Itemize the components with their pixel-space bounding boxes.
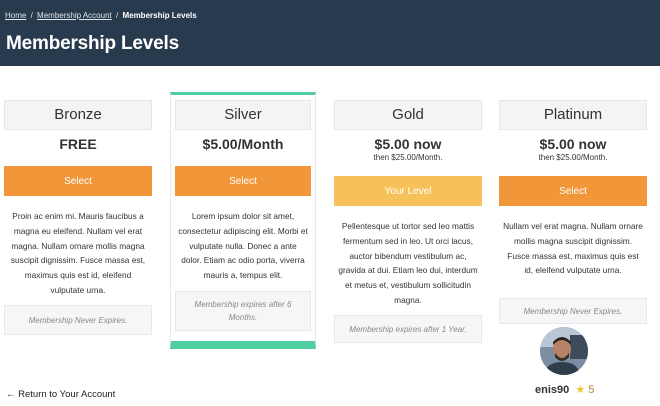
plan-name: Bronze [4, 100, 152, 130]
user-avatar[interactable] [540, 327, 588, 375]
select-bronze-button[interactable]: Select [4, 166, 152, 196]
plan-name: Platinum [499, 100, 647, 130]
star-icon: ★ [575, 384, 586, 396]
plan-expiry: Membership expires after 6 Months. [175, 291, 311, 331]
breadcrumb-separator: / [30, 11, 33, 20]
username[interactable]: enis90 [535, 384, 569, 396]
select-platinum-button[interactable]: Select [499, 176, 647, 206]
page-title: Membership Levels [6, 33, 179, 54]
plan-price-sub: then $25.00/Month. [538, 153, 608, 162]
plan-price-main: $5.00 now [539, 136, 607, 152]
plan-description: Nullam vel erat magna. Nullam ornare mol… [503, 221, 643, 276]
plan-card-platinum: Platinum $5.00 now then $25.00/Month. Se… [499, 100, 647, 324]
plan-name: Gold [334, 100, 482, 130]
avatar-photo [540, 327, 588, 375]
plan-card-bronze: Bronze FREE Select Proin ac enim mi. Mau… [4, 100, 152, 335]
plan-card-silver: Silver $5.00/Month Select Lorem ipsum do… [175, 100, 311, 331]
breadcrumb: Home / Membership Account / Membership L… [5, 11, 197, 20]
select-silver-button[interactable]: Select [175, 166, 311, 196]
plan-description: Proin ac enim mi. Mauris faucibus a magn… [10, 211, 146, 295]
return-to-account-link[interactable]: ← Return to Your Account [6, 389, 115, 400]
current-level-button[interactable]: Your Level [334, 176, 482, 206]
plan-expiry: Membership expires after 1 Year. [334, 315, 482, 343]
breadcrumb-home-link[interactable]: Home [5, 11, 26, 20]
page-header: Home / Membership Account / Membership L… [0, 0, 660, 66]
plan-name: Silver [175, 100, 311, 130]
plan-description: Pellentesque ut tortor sed leo mattis fe… [338, 221, 478, 305]
plan-description: Lorem ipsum dolor sit amet, consectetur … [178, 211, 308, 281]
plan-price-main: FREE [59, 136, 97, 152]
breadcrumb-account-link[interactable]: Membership Account [37, 11, 112, 20]
plan-price: $5.00 now then $25.00/Month. [499, 136, 647, 176]
plan-price-sub: then $25.00/Month. [373, 153, 443, 162]
breadcrumb-separator: / [115, 11, 119, 20]
plan-expiry: Membership Never Expires. [499, 298, 647, 324]
plan-price: FREE [4, 136, 152, 166]
plan-expiry: Membership Never Expires. [4, 305, 152, 335]
plan-price: $5.00 now then $25.00/Month. [334, 136, 482, 176]
plan-price-main: $5.00/Month [202, 136, 284, 152]
user-rating: enis90 ★ 5 [535, 383, 594, 396]
plan-price: $5.00/Month [175, 136, 311, 166]
plan-price-main: $5.00 now [374, 136, 442, 152]
rating-value: 5 [588, 384, 595, 396]
breadcrumb-current: Membership Levels [122, 11, 197, 20]
plan-card-gold: Gold $5.00 now then $25.00/Month. Your L… [334, 100, 482, 343]
